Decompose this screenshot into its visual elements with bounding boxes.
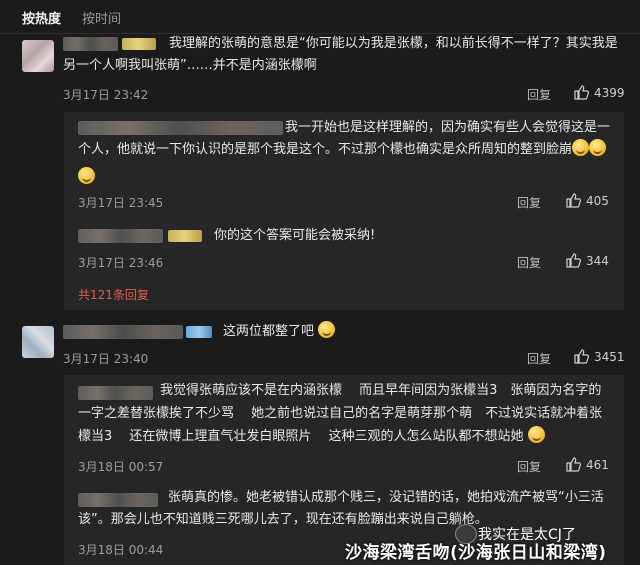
username[interactable] [78, 229, 163, 243]
reply-thread: 我一开始也是这样理解的，因为确实有些人会觉得这是一 个人，他就说一下你认识的是那… [64, 112, 624, 310]
reply-button[interactable]: 回复 [517, 194, 541, 211]
like-button[interactable]: 405 [565, 192, 609, 208]
comment-text-content: 这两位都整了吧 [223, 324, 315, 339]
laughing-emoji-icon [78, 167, 95, 184]
avatar[interactable] [22, 326, 54, 358]
laughing-emoji-icon [589, 139, 607, 156]
thumbs-up-icon [566, 193, 581, 208]
thumbs-up-icon [574, 349, 589, 364]
user-badge [168, 230, 202, 242]
like-count: 461 [586, 458, 609, 472]
comment-text-line-2: 另一个人啊我叫张萌”……并不是内涵张檬啊 [63, 58, 317, 73]
thinking-emoji-icon [527, 426, 545, 443]
reply-text-line-2: 个人，他就说一下你认识的是那个我是这个。不过那个檬也确实是众所周知的整到脸崩 [78, 139, 618, 161]
reply-text-line-1: 张萌真的惨。她老被错认成那个贱三，没记错的话，她拍戏流产被骂“小三活 [168, 490, 604, 505]
reply-text-line-1: 我觉得张萌应该不是在内涵张檬 而且早年间因为张檬当3 张萌因为名字的 [160, 383, 602, 398]
smile-emoji-icon [318, 321, 336, 338]
user-badge [122, 38, 156, 50]
comment-timestamp: 3月17日 23:42 [63, 88, 149, 102]
reply-text: 个人，他就说一下你认识的是那个我是这个。不过那个檬也确实是众所周知的整到脸崩 [78, 142, 573, 157]
username[interactable] [78, 386, 153, 400]
reply-text-line-3: 檬当3 还在微博上理直气壮发白眼照片 这种三观的人怎么站队都不想站她 [78, 426, 623, 448]
like-button[interactable]: 4399 [573, 84, 625, 100]
thumbs-up-icon [574, 85, 589, 100]
reply-button[interactable]: 回复 [517, 254, 541, 271]
like-button[interactable]: 3451 [573, 348, 625, 364]
reply-text: 你的这个答案可能会被采纳! [214, 228, 376, 243]
like-count: 4399 [594, 86, 625, 100]
like-count: 344 [586, 254, 609, 268]
comment-item: 这两位都整了吧 3月17日 23:40 回复 3451 [0, 318, 640, 378]
thumbs-up-icon [566, 253, 581, 268]
like-count: 405 [586, 194, 609, 208]
watermark-caption: 沙海梁湾舌吻(沙海张日山和梁湾) [345, 543, 607, 563]
thumbs-up-icon [566, 457, 581, 472]
like-button[interactable]: 344 [565, 252, 609, 268]
reply-timestamp: 3月18日 00:44 [78, 543, 164, 557]
reply-button[interactable]: 回复 [527, 350, 551, 367]
reply-timestamp: 3月18日 00:57 [78, 460, 164, 474]
username[interactable] [63, 37, 118, 51]
laughing-emoji-icon [572, 139, 590, 156]
reply-text-line-1: 我一开始也是这样理解的，因为确实有些人会觉得这是一 [285, 120, 611, 135]
comment-timestamp: 3月17日 23:40 [63, 352, 149, 366]
avatar[interactable] [22, 40, 54, 72]
username[interactable] [63, 325, 183, 339]
sort-tabs: 按热度 按时间 [0, 0, 640, 34]
reply-text: 檬当3 还在微博上理直气壮发白眼照片 这种三观的人怎么站队都不想站她 [78, 429, 524, 444]
view-all-replies-link[interactable]: 共121条回复 [78, 286, 149, 303]
comment-text-line-1: 我理解的张萌的意思是“你可能以为我是张檬，和以前长得不一样了？其实我是 [169, 36, 618, 51]
emoji-line [78, 166, 95, 185]
reply-button[interactable]: 回复 [527, 86, 551, 103]
tab-sort-by-hot[interactable]: 按热度 [22, 8, 61, 27]
reply-button[interactable]: 回复 [517, 458, 541, 475]
username[interactable] [78, 493, 158, 507]
reply-timestamp: 3月17日 23:46 [78, 256, 164, 270]
user-badge [186, 326, 212, 338]
like-count: 3451 [594, 350, 625, 364]
reply-timestamp: 3月17日 23:45 [78, 196, 164, 210]
reply-text-line-2: 一字之差替张檬挨了不少骂 她之前也说过自己的名字是萌芽那个萌 不过说实话就冲着张 [78, 406, 603, 421]
like-button[interactable]: 461 [565, 456, 609, 472]
username[interactable] [78, 121, 283, 135]
comment-text: 这两位都整了吧 [223, 321, 423, 343]
tab-sort-by-time[interactable]: 按时间 [82, 8, 121, 27]
